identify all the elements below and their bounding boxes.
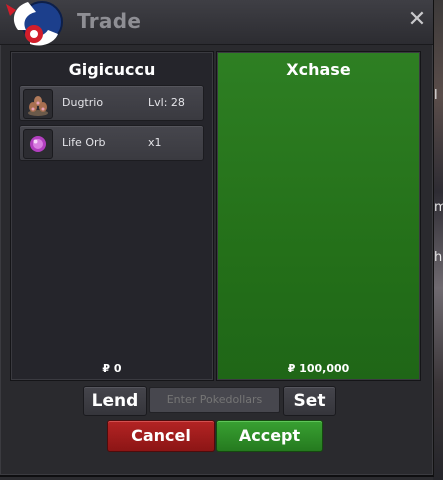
- set-money-button[interactable]: Set: [283, 386, 336, 416]
- player-name-left: Gigicuccu: [68, 60, 156, 79]
- close-icon[interactable]: ✕: [405, 8, 429, 32]
- trade-item-dugtrio[interactable]: Dugtrio Lvl: 28: [19, 85, 204, 121]
- pokeball-logo-icon: [6, 1, 63, 46]
- item-name: Dugtrio: [62, 96, 104, 109]
- lend-button[interactable]: Lend: [83, 386, 147, 416]
- trade-window: Trade ✕ Gigicuccu Dugtrio Lvl: 28 Life O…: [0, 0, 434, 477]
- game-world-background: l m h: [433, 0, 443, 480]
- trade-item-life-orb[interactable]: Life Orb x1: [19, 125, 204, 161]
- pokedollar-input[interactable]: [149, 387, 280, 413]
- partner-offer-panel: Xchase ₽ 100,000: [216, 51, 421, 381]
- dugtrio-sprite-icon: [23, 89, 53, 119]
- money-offer-left: ₽ 0: [102, 362, 122, 375]
- title-bar[interactable]: Trade ✕: [0, 0, 433, 46]
- item-name: Life Orb: [62, 136, 106, 149]
- money-offer-right: ₽ 100,000: [287, 362, 350, 375]
- life-orb-icon: [23, 129, 53, 159]
- my-offer-panel: Gigicuccu Dugtrio Lvl: 28 Life Orb x1 ₽ …: [10, 51, 214, 381]
- item-detail: x1: [148, 136, 162, 149]
- player-name-right: Xchase: [286, 60, 351, 79]
- cancel-button[interactable]: Cancel: [107, 420, 215, 452]
- accept-button[interactable]: Accept: [216, 420, 323, 452]
- window-title: Trade: [77, 9, 142, 33]
- item-detail: Lvl: 28: [148, 96, 185, 109]
